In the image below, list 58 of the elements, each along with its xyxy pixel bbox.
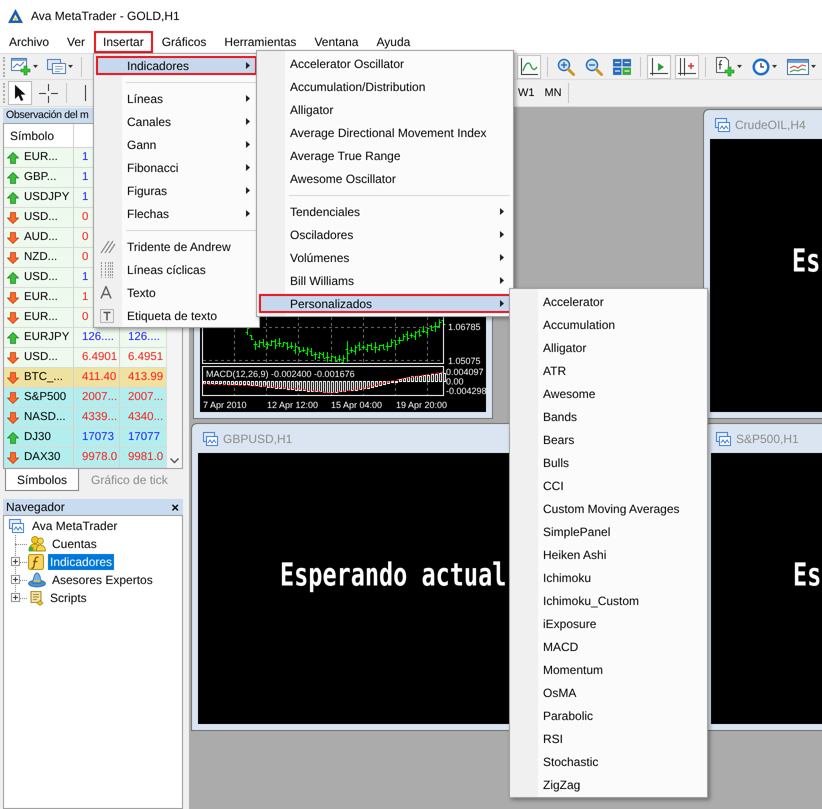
- price-label: 1.06785: [448, 322, 481, 332]
- symbol-name: EUR...: [24, 150, 58, 165]
- bid-price: 0: [82, 230, 88, 245]
- symbol-name: NASD...: [24, 410, 66, 425]
- bid-price: 126....: [82, 330, 114, 345]
- symbol-name: GBP...: [24, 170, 56, 185]
- ask-price: 6.4951: [128, 350, 164, 365]
- bid-price: 1: [82, 290, 88, 305]
- bid-price: 0: [82, 210, 88, 225]
- symbol-name: BTC_...: [24, 370, 63, 385]
- ask-price: 413.99: [128, 370, 164, 385]
- bid-price: 0: [82, 250, 88, 265]
- ask-price: 4340...: [128, 410, 164, 425]
- price-label: 1.05075: [448, 356, 481, 366]
- status-message: Es: [792, 246, 820, 278]
- symbol-name: EURJPY: [24, 330, 70, 345]
- status-message: Esperando actual: [280, 560, 506, 592]
- time-label: 7 Apr 2010: [203, 400, 247, 410]
- indicator-scale-label: 0.00: [446, 376, 464, 386]
- symbol-name: USD...: [24, 270, 58, 285]
- bid-price: 6.4901: [82, 350, 118, 365]
- ask-price: 2007...: [128, 390, 164, 405]
- indicator-label: MACD(12,26,9) -0.002400 -0.001676: [206, 369, 355, 379]
- indicator-scale-label: 0.004097: [446, 367, 484, 377]
- bid-price: 411.40: [82, 370, 116, 385]
- bid-price: 9978.0: [82, 450, 118, 465]
- bid-price: 2007...: [82, 390, 118, 405]
- bid-price: 1: [82, 190, 88, 205]
- symbol-name: NZD...: [24, 250, 58, 265]
- ask-price: 126....: [128, 330, 160, 345]
- symbol-name: USDJPY: [24, 190, 70, 205]
- bid-price: 17073: [82, 430, 114, 445]
- ask-price: 17077: [128, 430, 160, 445]
- symbol-name: S&P500: [24, 390, 66, 405]
- bid-price: 1: [82, 150, 88, 165]
- ask-price: 9981.0: [128, 450, 164, 465]
- window-title: S&P500,H1: [736, 430, 799, 448]
- panel-title: Observación del m: [6, 110, 88, 121]
- bid-price: 1: [82, 270, 88, 285]
- symbol-name: EUR...: [24, 310, 58, 325]
- symbol-name: DAX30: [24, 450, 60, 465]
- panel-title: Navegador: [6, 501, 65, 513]
- time-label: 15 Apr 04:00: [331, 400, 382, 410]
- window-title: GBPUSD,H1: [223, 430, 292, 448]
- symbol-name: USD...: [24, 350, 58, 365]
- time-label: 19 Apr 20:00: [396, 400, 448, 410]
- window-title: Ava MetaTrader - GOLD,H1: [31, 8, 180, 24]
- symbol-name: EUR...: [24, 290, 58, 305]
- window-title: CrudeOIL,H4: [735, 116, 806, 134]
- bid-price: 1: [82, 170, 88, 185]
- status-message: Es: [793, 560, 822, 592]
- indicator-scale-label: -0.004298: [446, 386, 486, 396]
- symbol-name: DJ30: [24, 430, 51, 445]
- symbol-name: AUD...: [24, 230, 58, 245]
- bid-price: 0: [82, 310, 88, 325]
- bid-price: 4339...: [82, 410, 118, 425]
- symbol-name: USD...: [24, 210, 58, 225]
- time-label: 12 Apr 12:00: [267, 400, 318, 410]
